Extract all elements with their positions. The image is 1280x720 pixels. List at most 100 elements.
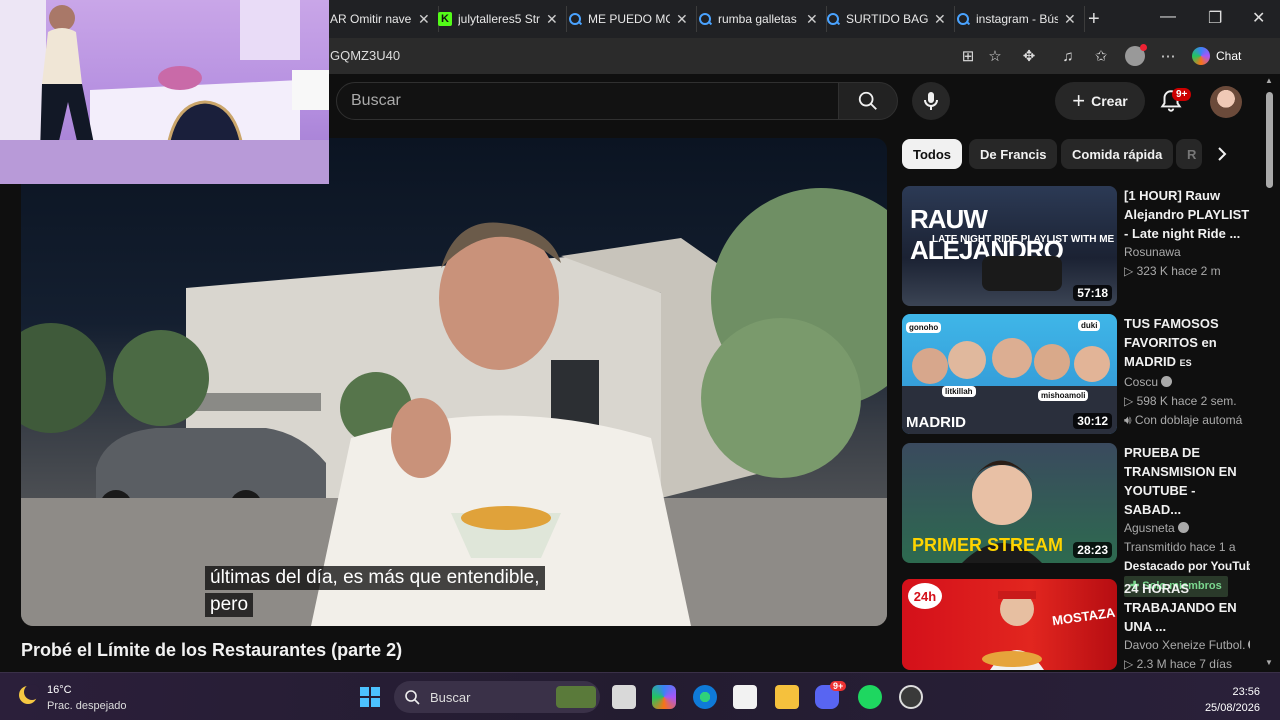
channel-name[interactable]: Rosunawa	[1124, 243, 1250, 262]
view-stats: ▷ 323 K hace 2 m	[1124, 264, 1221, 278]
more-icon[interactable]: ⋯	[1158, 46, 1178, 66]
recommendation-item[interactable]: RAUW ALEJANDRO LATE NIGHT RIDE PLAYLIST …	[902, 186, 1252, 306]
chip-de-francis[interactable]: De Francis	[969, 139, 1058, 169]
chip-comida-rapida[interactable]: Comida rápida	[1061, 139, 1174, 169]
copilot-chat-button[interactable]: Chat	[1192, 45, 1241, 67]
recommendation-item[interactable]: 24h MOSTAZA 24 HORAS TRABAJANDO EN UNA .…	[902, 579, 1252, 671]
weather-moon-icon[interactable]	[16, 683, 40, 707]
chip-partial[interactable]: R	[1176, 139, 1202, 169]
search-icon	[698, 12, 712, 26]
recommendation-meta: TUS FAMOSOS FAVORITOS en MADRID ES Coscu…	[1124, 314, 1250, 430]
minimize-icon[interactable]: —	[1160, 8, 1176, 26]
address-bar[interactable]: GQMZ3U40	[330, 48, 400, 63]
file-explorer-icon[interactable]	[775, 685, 799, 709]
scroll-down-arrow-icon[interactable]: ▼	[1265, 658, 1273, 667]
close-tab-icon[interactable]: ✕	[806, 11, 818, 28]
profile-icon[interactable]	[1125, 44, 1147, 66]
search-icon	[826, 12, 840, 26]
recommendation-title[interactable]: PRUEBA DE	[1124, 443, 1250, 462]
chip-todos[interactable]: Todos	[902, 139, 963, 169]
browser-tab[interactable]: AR Omitir nave ✕	[322, 6, 439, 32]
recommendation-title[interactable]: FAVORITOS en	[1124, 333, 1250, 352]
subtitle-line: pero	[205, 593, 254, 617]
create-label: Crear	[1091, 93, 1128, 109]
copilot-taskbar-icon[interactable]	[652, 685, 676, 709]
recommendation-title[interactable]: TRANSMISION EN	[1124, 462, 1250, 481]
search-button[interactable]	[838, 82, 898, 120]
featured-label: Destacado por YouTube	[1124, 559, 1250, 573]
account-avatar[interactable]	[1210, 86, 1242, 118]
apps-icon[interactable]: ⊞	[958, 46, 978, 66]
browser-tab[interactable]: K julytalleres5 Str ✕	[430, 6, 567, 32]
scroll-up-arrow-icon[interactable]: ▲	[1265, 76, 1273, 85]
tab-title: SURTIDO BAGL	[846, 12, 928, 26]
browser-tab[interactable]: SURTIDO BAGL ✕	[818, 6, 955, 32]
view-stats: ▷ 598 K hace 2 sem.	[1124, 394, 1237, 408]
recommendation-title[interactable]: [1 HOUR] Rauw	[1124, 186, 1250, 205]
create-button[interactable]: + Crear	[1055, 82, 1145, 120]
restore-icon[interactable]: ❐	[1208, 8, 1222, 28]
recommendation-title[interactable]: Alejandro PLAYLIST	[1124, 205, 1250, 224]
language-flag-label: ES	[1179, 358, 1192, 368]
recommendation-title-line[interactable]: MADRID ES	[1124, 352, 1250, 373]
recommendation-title[interactable]: TUS FAMOSOS	[1124, 314, 1250, 333]
close-tab-icon[interactable]: ✕	[418, 11, 430, 28]
system-clock[interactable]: 23:56 25/08/2026	[1205, 684, 1260, 716]
recommendation-title[interactable]: 24 HORAS	[1124, 579, 1250, 598]
video-thumbnail[interactable]: PRIMER STREAM 28:23	[902, 443, 1117, 563]
favorite-star-icon[interactable]: ☆	[985, 46, 1005, 66]
favorites-icon[interactable]: ✩	[1091, 46, 1111, 66]
verified-icon	[1177, 522, 1189, 533]
search-icon	[568, 12, 582, 26]
recommendation-title[interactable]: YOUTUBE - SABAD...	[1124, 481, 1250, 519]
voice-search-button[interactable]	[912, 82, 950, 120]
video-thumbnail[interactable]: 24h MOSTAZA	[902, 579, 1117, 670]
browser-tab[interactable]: instagram - Bús ✕	[948, 6, 1085, 32]
recommendation-title[interactable]: - Late night Ride ...	[1124, 224, 1250, 243]
thumb-tag: mishoamoli	[1038, 390, 1089, 401]
channel-name: Davoo Xeneize Futbol.	[1124, 638, 1246, 652]
thumb-tag: gonoho	[906, 322, 942, 333]
video-thumbnail[interactable]: RAUW ALEJANDRO LATE NIGHT RIDE PLAYLIST …	[902, 186, 1117, 306]
extensions-icon[interactable]: ✥	[1019, 46, 1039, 66]
channel-name: Coscu	[1124, 375, 1159, 389]
recommendation-title[interactable]: UNA ...	[1124, 617, 1250, 636]
duration-badge: 28:23	[1073, 542, 1112, 558]
recommendation-meta: [1 HOUR] Rauw Alejandro PLAYLIST - Late …	[1124, 186, 1250, 281]
close-tab-icon[interactable]: ✕	[676, 11, 688, 28]
video-player[interactable]: últimas del día, es más que entendible, …	[21, 138, 887, 626]
browser-tab[interactable]: rumba galletas ✕	[690, 6, 827, 32]
recommendation-title[interactable]: TRABAJANDO EN	[1124, 598, 1250, 617]
recommendation-item[interactable]: PRIMER STREAM 28:23 PRUEBA DE TRANSMISIO…	[902, 443, 1252, 597]
search-input[interactable]: Buscar	[336, 82, 839, 120]
obs-icon[interactable]	[899, 685, 923, 709]
microsoft-store-icon[interactable]	[733, 685, 757, 709]
spotify-icon[interactable]	[858, 685, 882, 709]
channel-line[interactable]: Davoo Xeneize Futbol.	[1124, 636, 1250, 655]
motorcycle-image	[982, 256, 1062, 291]
close-tab-icon[interactable]: ✕	[934, 11, 946, 28]
close-tab-icon[interactable]: ✕	[1064, 11, 1076, 28]
channel-line[interactable]: Agusneta	[1124, 519, 1250, 538]
new-tab-icon[interactable]: +	[1088, 8, 1100, 31]
recommendation-item[interactable]: gonoho duki litkillah mishoamoli MADRID …	[902, 314, 1252, 434]
weather-condition[interactable]: Prac. despejado	[47, 700, 127, 712]
profile-avatar	[1125, 44, 1147, 66]
tab-title: julytalleres5 Str	[458, 12, 540, 26]
subtitle-line: últimas del día, es más que entendible,	[205, 566, 545, 590]
chips-next-button[interactable]	[1210, 142, 1234, 166]
temperature[interactable]: 16°C	[47, 684, 72, 696]
scrollbar-thumb[interactable]	[1266, 92, 1273, 188]
video-thumbnail[interactable]: gonoho duki litkillah mishoamoli MADRID …	[902, 314, 1117, 434]
close-window-icon[interactable]: ✕	[1252, 8, 1265, 28]
channel-line[interactable]: Coscu	[1124, 373, 1250, 392]
edge-browser-icon[interactable]	[693, 685, 717, 709]
close-tab-icon[interactable]: ✕	[546, 11, 558, 28]
browser-tab[interactable]: ME PUEDO MO ✕	[560, 6, 697, 32]
thumb-subtitle-text: LATE NIGHT RIDE PLAYLIST WITH ME	[932, 234, 1115, 245]
windows-start-icon[interactable]	[359, 686, 381, 708]
chat-label: Chat	[1216, 49, 1242, 63]
media-icon[interactable]: ♫	[1058, 46, 1078, 66]
taskbar-search[interactable]: Buscar	[394, 681, 600, 713]
task-view-icon[interactable]	[612, 685, 636, 709]
